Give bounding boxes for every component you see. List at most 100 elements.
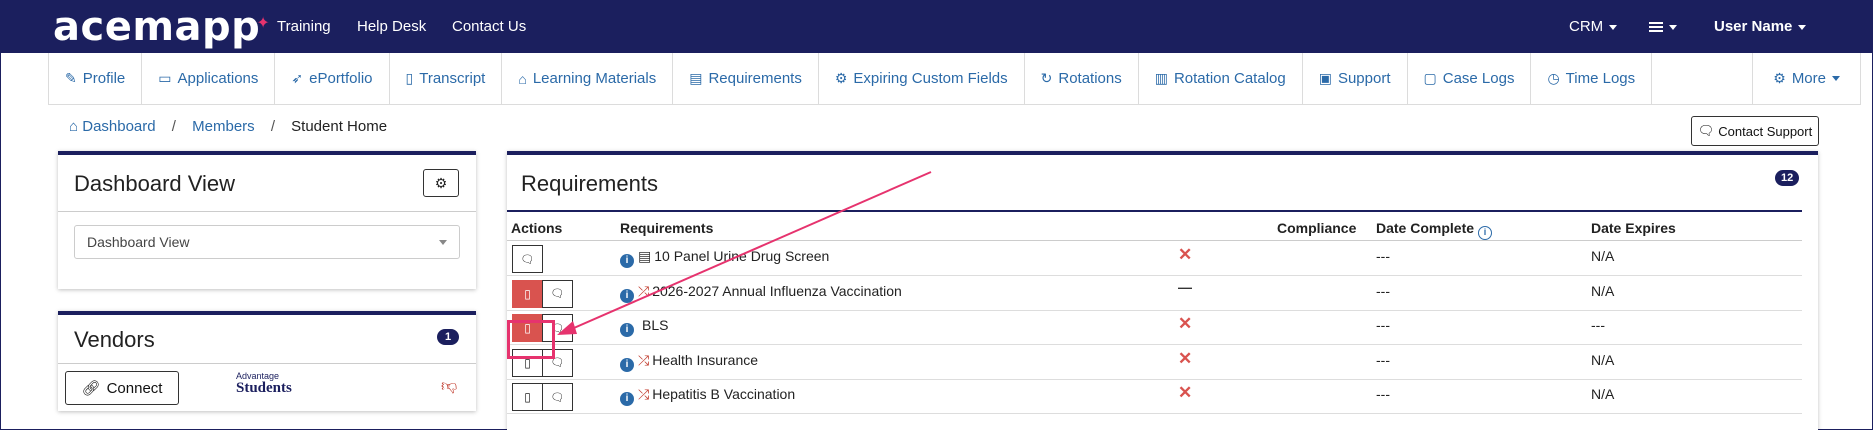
tab-requirements[interactable]: ▤ Requirements [673,53,819,104]
tab-label: Rotations [1058,70,1122,87]
not-compliant-x-icon: ✕ [1178,314,1193,333]
user-menu-dropdown[interactable]: User Name [1714,18,1807,35]
upload-document-button[interactable]: ▯ [512,383,543,411]
not-compliant-x-icon: ✕ [1178,348,1193,368]
logo-text: acemapp [53,4,261,50]
file-icon: ▯ [405,70,414,86]
col-date-expires: Date Expires [1591,220,1676,236]
link-icon: 🔗︎ [81,380,101,397]
comment-button[interactable]: 🗨 [542,383,573,411]
connect-button[interactable]: 🔗︎ Connect [65,371,179,405]
tab-label: Time Logs [1565,70,1636,87]
table-row: ▯ 🗨 i ⤮ Hepatitis B Vaccination ✕ --- N/A [507,380,1802,414]
requirement-name[interactable]: i ▤ 10 Panel Urine Drug Screen [620,248,829,268]
requirements-title: Requirements [521,171,658,196]
acemapp-logo[interactable]: acemapp ✦ [53,7,270,47]
tab-label: Profile [82,70,126,87]
date-expires-value: --- [1591,317,1605,333]
requirements-count-badge: 12 [1775,170,1800,186]
requirement-name-label: Health Insurance [652,351,759,368]
requirement-name[interactable]: i ⤮ Hepatitis B Vaccination [620,386,795,406]
caret-down-icon [1669,24,1677,30]
breadcrumb-members-link[interactable]: Members [192,118,255,135]
nav-contact-us-link[interactable]: Contact Us [452,18,526,35]
nav-training-link[interactable]: Training [277,18,331,35]
vendors-count-badge: 1 [437,329,459,345]
requirements-table-header: Actions Requirements Compliance Date Com… [507,210,1802,241]
table-row: ▯ 🗨 i BLS ✕ --- --- [507,311,1802,345]
date-complete-value: --- [1376,386,1390,402]
contact-support-button[interactable]: 🗨 Contact Support [1691,116,1819,146]
col-date-complete[interactable]: Date Complete i [1376,220,1493,240]
col-compliance: Compliance [1277,220,1357,236]
tab-applications[interactable]: ▭ Applications [142,53,276,104]
info-icon[interactable]: i [620,323,634,337]
breadcrumb-dashboard-link[interactable]: ⌂ Dashboard [69,118,156,135]
comments-icon: 🗨 [1697,123,1715,138]
top-navbar: acemapp ✦ Training Help Desk Contact Us C… [1,1,1872,53]
tab-case-logs[interactable]: ▢ Case Logs [1408,53,1532,104]
vendors-title: Vendors [74,327,155,352]
date-complete-value: --- [1376,317,1390,333]
dashboard-view-select-value: Dashboard View [87,234,190,250]
tab-label: Case Logs [1442,70,1515,87]
thumbs-down-icon[interactable]: 👎︎ [441,377,457,396]
tab-rotations[interactable]: ↻ Rotations [1025,53,1139,104]
breadcrumb-current: Student Home [291,118,388,135]
upload-document-button[interactable]: ▯ [512,279,543,308]
comment-icon: 🗨 [520,253,535,266]
requirement-name[interactable]: i ⤮ 2026-2027 Annual Influenza Vaccination [620,283,902,303]
info-icon[interactable]: i [620,288,634,303]
tab-profile[interactable]: ✎ Profile [49,53,143,104]
annotation-highlight-box [507,320,555,359]
tab-learning-materials[interactable]: ⌂ Learning Materials [502,53,674,104]
pencil-icon: ✎ [65,70,77,86]
comment-button[interactable]: 🗨 [542,279,573,308]
info-icon[interactable]: i [620,357,634,372]
info-icon[interactable]: i [620,254,634,268]
breadcrumb-dashboard-label: Dashboard [82,118,156,135]
tab-more[interactable]: ⚙ More [1752,53,1860,104]
requirement-name[interactable]: i ⤮ Health Insurance [620,352,758,372]
requirement-name-label: Hepatitis B Vaccination [652,386,796,402]
home-icon: ⌂ [69,118,79,135]
tab-label: Expiring Custom Fields [853,70,1008,87]
tab-rotation-catalog[interactable]: ▥ Rotation Catalog [1139,53,1303,104]
tab-expiring-custom-fields[interactable]: ⚙ Expiring Custom Fields [819,53,1025,104]
shuffle-icon: ⤮ [638,386,650,402]
tab-label: Applications [177,70,259,87]
col-actions: Actions [511,220,563,236]
info-icon[interactable]: i [1478,226,1493,240]
gear-icon: ⚙ [434,174,448,191]
requirement-name[interactable]: i BLS [620,317,668,337]
dashboard-view-select[interactable]: Dashboard View [74,225,460,259]
table-row: ▯ 🗨 i ⤮ 2026-2027 Annual Influenza Vaccinati… [507,277,1802,311]
requirements-panel: Requirements 12 Actions Requirements Com… [507,151,1818,430]
rotate-icon: ↻ [1040,70,1053,86]
list-icon: ▤ [689,70,703,86]
contact-support-label: Contact Support [1718,123,1813,139]
dashboard-settings-button[interactable]: ⚙ [423,169,459,197]
tab-time-logs[interactable]: ◷ Time Logs [1531,53,1653,104]
tab-transcript[interactable]: ▯ Transcript [390,53,503,104]
col-requirements: Requirements [620,220,714,236]
date-expires-value: N/A [1591,282,1615,299]
comment-icon: 🗨 [550,288,565,300]
requirement-name-label: BLS [642,317,669,333]
comment-button[interactable]: 🗨 [512,245,543,273]
tab-eportfolio[interactable]: ➶ ePortfolio [275,53,390,104]
rocket-icon: ➶ [291,70,304,86]
menu-dropdown[interactable] [1649,18,1677,35]
tab-support[interactable]: ▣ Support [1303,53,1408,104]
crm-dropdown[interactable]: CRM [1569,18,1618,35]
caret-down-icon [1832,76,1840,81]
briefcase-icon: ▢ [1423,70,1437,86]
date-expires-value: N/A [1591,351,1615,368]
info-icon[interactable]: i [620,392,634,406]
nav-help-desk-link[interactable]: Help Desk [357,18,426,35]
not-compliant-x-icon: ✕ [1178,383,1193,402]
user-name-label: User Name [1714,18,1793,35]
gear-icon: ⚙ [1773,70,1786,86]
col-date-complete-label: Date Complete [1376,220,1475,236]
shuffle-icon: ⤮ [638,351,650,368]
